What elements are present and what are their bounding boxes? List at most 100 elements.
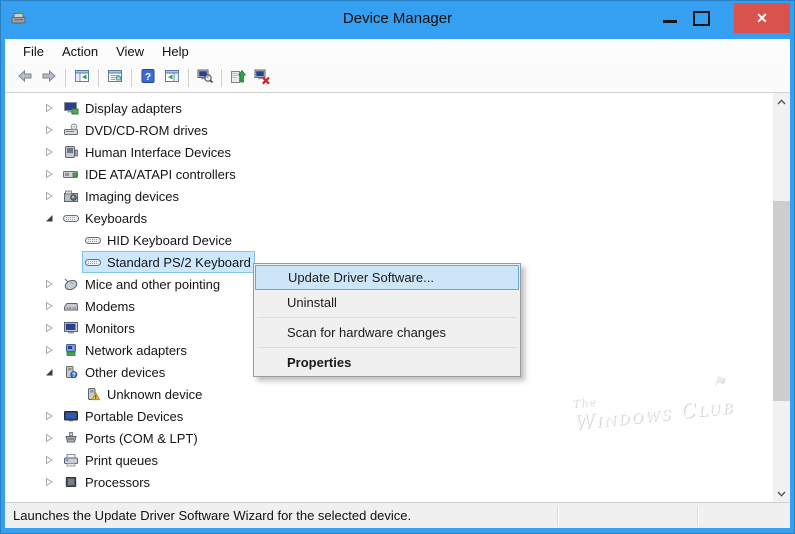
expand-toggle-icon[interactable]	[45, 279, 61, 289]
tree-item-body: IDE ATA/ATAPI controllers	[61, 164, 239, 184]
show-action-pane-button[interactable]	[160, 66, 184, 90]
app-body: FileActionViewHelp ? Display adapters DVD…	[5, 39, 790, 528]
ide-controller-icon	[61, 167, 81, 181]
close-button[interactable]: ✕	[734, 3, 790, 33]
tree-item-label: Unknown device	[103, 387, 202, 402]
forward-button[interactable]	[37, 66, 61, 90]
context-menu-item[interactable]: Uninstall	[255, 290, 519, 315]
statusbar: Launches the Update Driver Software Wiza…	[5, 502, 790, 528]
keyboard-icon	[83, 255, 103, 269]
tree-item-label: HID Keyboard Device	[103, 233, 232, 248]
processor-icon	[61, 475, 81, 489]
menubar: FileActionViewHelp	[5, 39, 790, 64]
show-action-pane-icon	[163, 67, 181, 90]
tree-item-label: Ports (COM & LPT)	[81, 431, 198, 446]
help-icon: ?	[139, 67, 157, 90]
uninstall-icon	[253, 67, 271, 90]
tree-item-body: Processors	[61, 472, 153, 492]
tree-item-body: HID Keyboard Device	[83, 230, 235, 250]
tree-item[interactable]: DVD/CD-ROM drives	[5, 119, 773, 141]
imaging-device-icon	[61, 189, 81, 203]
toolbar-separator	[188, 69, 189, 87]
minimize-icon[interactable]	[663, 20, 677, 23]
statusbar-divider	[697, 506, 699, 525]
context-menu-separator	[257, 347, 517, 348]
tree-item[interactable]: Print queues	[5, 449, 773, 471]
tree-item-label: IDE ATA/ATAPI controllers	[81, 167, 236, 182]
svg-text:?: ?	[72, 373, 76, 379]
titlebar: Device Manager ✕	[1, 1, 794, 38]
tree-item-label: Standard PS/2 Keyboard	[103, 255, 251, 270]
back-button[interactable]	[13, 66, 37, 90]
tree-item-body: Imaging devices	[61, 186, 182, 206]
collapse-toggle-icon[interactable]	[45, 213, 61, 223]
context-menu-item[interactable]: Properties	[255, 350, 519, 375]
menu-help[interactable]: Help	[153, 41, 198, 62]
collapse-toggle-icon[interactable]	[45, 367, 61, 377]
menu-view[interactable]: View	[107, 41, 153, 62]
tree-item-label: Display adapters	[81, 101, 182, 116]
tree-item-body: Keyboards	[61, 208, 150, 228]
tree-item[interactable]: Display adapters	[5, 97, 773, 119]
maximize-icon[interactable]	[693, 11, 710, 26]
tree-item-body: Portable Devices	[61, 406, 186, 426]
port-icon	[61, 431, 81, 445]
expand-toggle-icon[interactable]	[45, 301, 61, 311]
expand-toggle-icon[interactable]	[45, 147, 61, 157]
uninstall-button[interactable]	[250, 66, 274, 90]
scrollbar-thumb[interactable]	[773, 201, 790, 401]
expand-toggle-icon[interactable]	[45, 323, 61, 333]
context-menu: Update Driver Software...Uninstall Scan f…	[253, 263, 521, 377]
tree-item[interactable]: Ports (COM & LPT)	[5, 427, 773, 449]
tree-item[interactable]: Processors	[5, 471, 773, 493]
tree-item-label: Print queues	[81, 453, 158, 468]
selected-tree-item: Standard PS/2 Keyboard	[83, 252, 254, 272]
scan-for-hardware-changes-button[interactable]	[193, 66, 217, 90]
back-icon	[16, 67, 34, 90]
menu-file[interactable]: File	[14, 41, 53, 62]
keyboard-icon	[61, 211, 81, 225]
expand-toggle-icon[interactable]	[45, 191, 61, 201]
monitor-icon	[61, 321, 81, 335]
update-driver-icon	[229, 67, 247, 90]
tree-item[interactable]: Human Interface Devices	[5, 141, 773, 163]
help-button[interactable]: ?	[136, 66, 160, 90]
close-icon: ✕	[756, 10, 768, 27]
network-adapter-icon	[61, 343, 81, 357]
context-menu-item[interactable]: Update Driver Software...	[255, 265, 519, 290]
menu-action[interactable]: Action	[53, 41, 107, 62]
tree-item-body: Ports (COM & LPT)	[61, 428, 201, 448]
show-console-tree-button[interactable]	[70, 66, 94, 90]
expand-toggle-icon[interactable]	[45, 345, 61, 355]
expand-toggle-icon[interactable]	[45, 433, 61, 443]
mouse-icon	[61, 277, 81, 291]
toolbar-separator	[131, 69, 132, 87]
context-menu-item[interactable]: Scan for hardware changes	[255, 320, 519, 345]
tree-item-label: Other devices	[81, 365, 165, 380]
tree-item[interactable]: Portable Devices	[5, 405, 773, 427]
vertical-scrollbar[interactable]	[773, 93, 790, 502]
tree-item[interactable]: Unknown device	[5, 383, 773, 405]
toolbar: ?	[5, 64, 790, 93]
properties-button[interactable]	[103, 66, 127, 90]
hid-device-icon	[61, 145, 81, 159]
expand-toggle-icon[interactable]	[45, 477, 61, 487]
tree-item[interactable]: Imaging devices	[5, 185, 773, 207]
expand-toggle-icon[interactable]	[45, 103, 61, 113]
printer-icon	[61, 453, 81, 467]
update-driver-button[interactable]	[226, 66, 250, 90]
tree-item-label: Mice and other pointing	[81, 277, 220, 292]
tree-item[interactable]: IDE ATA/ATAPI controllers	[5, 163, 773, 185]
scroll-up-icon[interactable]	[773, 93, 790, 110]
expand-toggle-icon[interactable]	[45, 455, 61, 465]
tree-item-body: Print queues	[61, 450, 161, 470]
tree-item[interactable]: Keyboards	[5, 207, 773, 229]
forward-icon	[40, 67, 58, 90]
tree-item[interactable]: HID Keyboard Device	[5, 229, 773, 251]
expand-toggle-icon[interactable]	[45, 411, 61, 421]
expand-toggle-icon[interactable]	[45, 125, 61, 135]
tree-item-body: Network adapters	[61, 340, 190, 360]
scroll-down-icon[interactable]	[773, 485, 790, 502]
expand-toggle-icon[interactable]	[45, 169, 61, 179]
tree-item-body: DVD/CD-ROM drives	[61, 120, 211, 140]
